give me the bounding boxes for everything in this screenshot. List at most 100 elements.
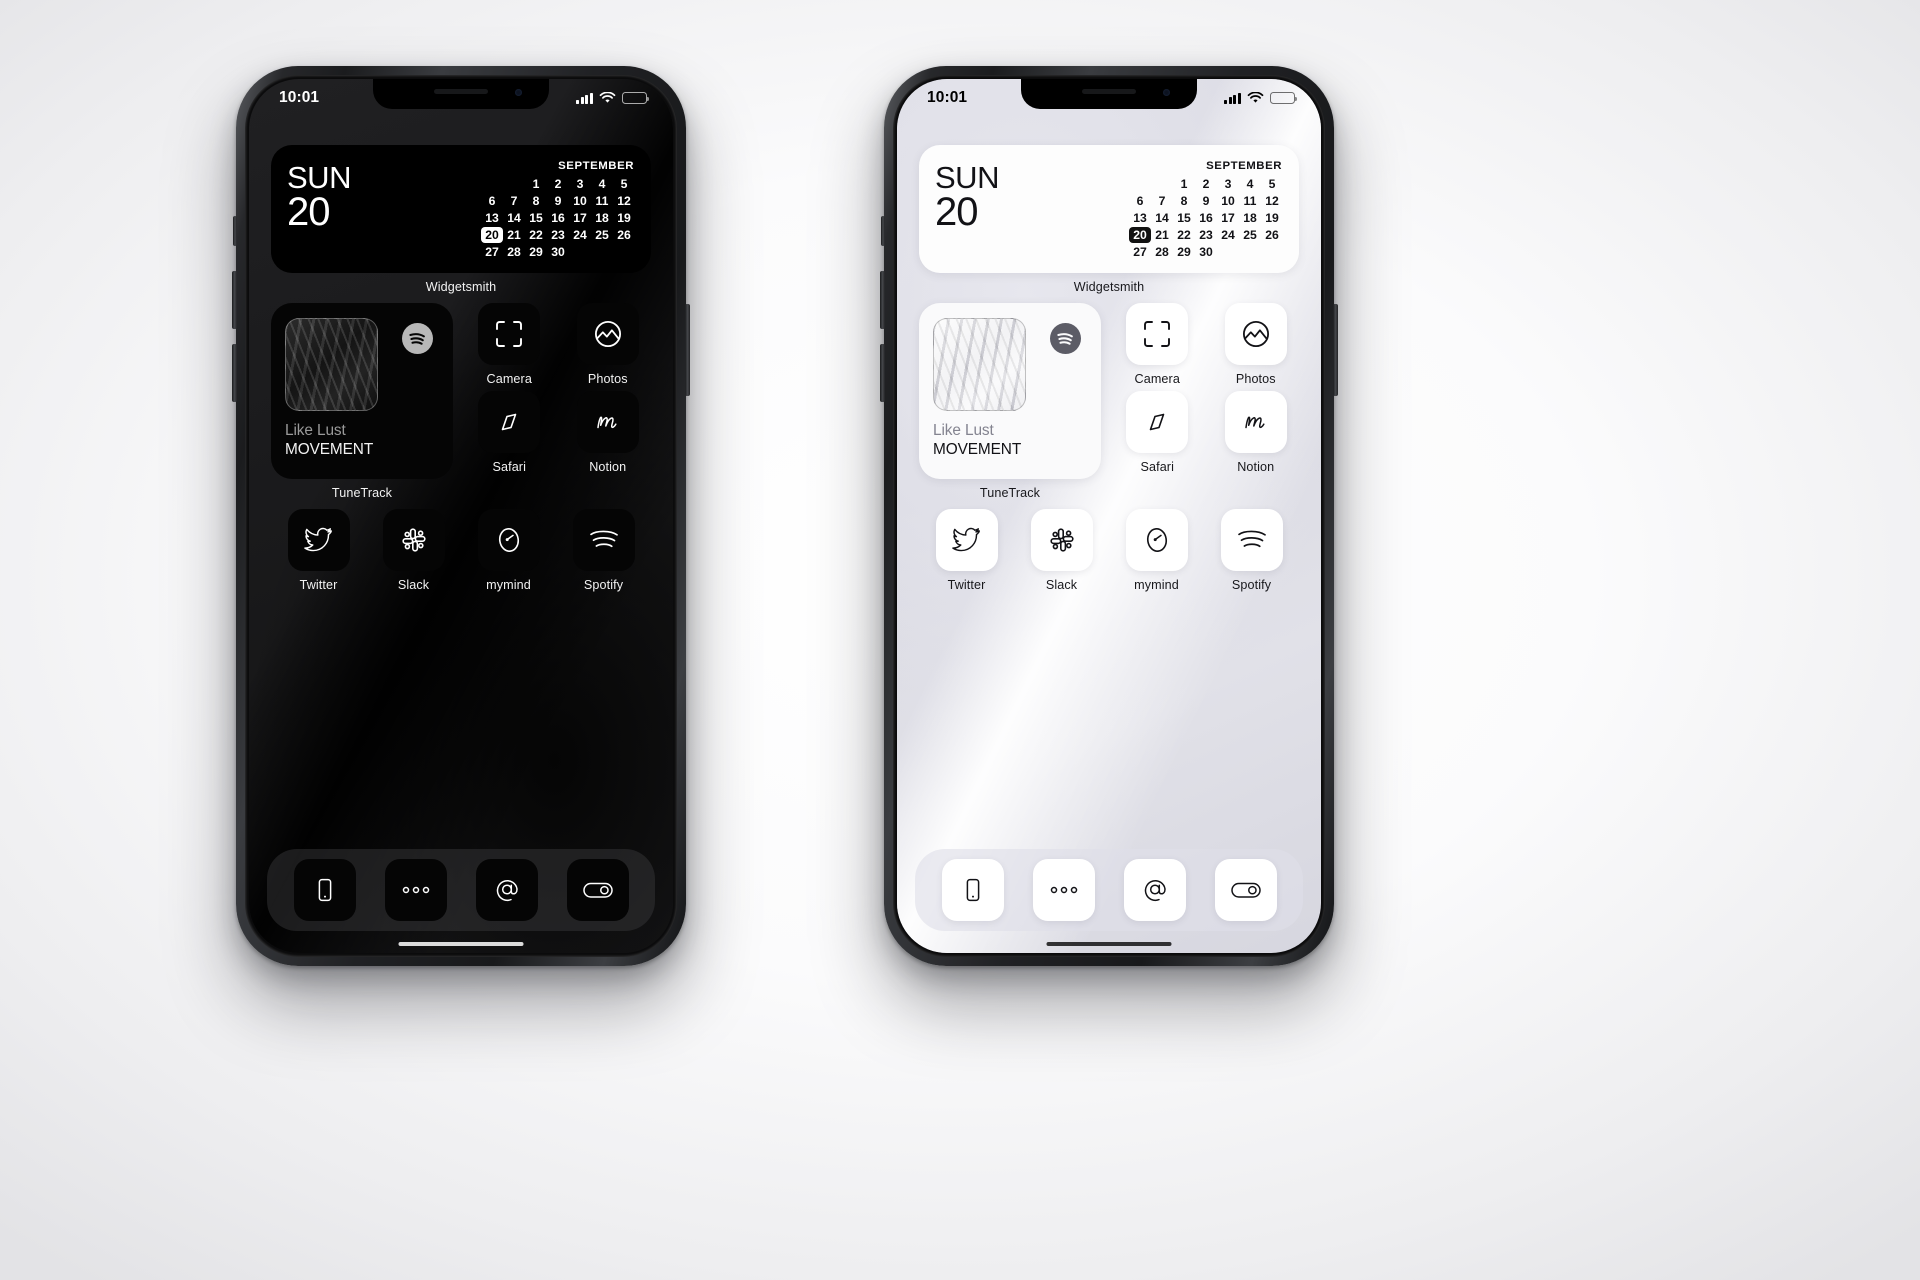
calendar-day-cell: 3 bbox=[1224, 177, 1232, 191]
volume-up-button[interactable] bbox=[232, 271, 237, 329]
calendar-day-cell: 30 bbox=[1199, 245, 1213, 259]
spotify-icon bbox=[1050, 323, 1081, 354]
app-label: Safari bbox=[1140, 460, 1174, 474]
calendar-widget-app-label: Widgetsmith bbox=[425, 280, 497, 294]
calendar-day-cell: 6 bbox=[1136, 194, 1144, 208]
app-label: Photos bbox=[587, 372, 628, 386]
twitter-bird-icon[interactable] bbox=[935, 509, 998, 571]
app-safari[interactable]: Safari bbox=[1114, 391, 1201, 474]
music-widget-column: Like Lust MOVEMENT TuneTrack bbox=[271, 303, 453, 500]
mute-switch[interactable] bbox=[881, 216, 885, 246]
app-label: mymind bbox=[486, 578, 531, 592]
status-time: 10:01 bbox=[927, 89, 968, 106]
power-button[interactable] bbox=[685, 304, 690, 396]
calendar-day-cell: 19 bbox=[1265, 211, 1279, 225]
calendar-widget-app-label: Widgetsmith bbox=[1073, 280, 1145, 294]
volume-down-button[interactable] bbox=[880, 344, 885, 402]
calendar-widget[interactable]: SUN 20 SEPTEMBER 1 2 3 4 5 6 7 8 9 10 11 12 13 14 15 16… bbox=[271, 145, 651, 273]
calendar-day-cell: 12 bbox=[617, 194, 631, 208]
notion-script-n-icon[interactable] bbox=[576, 391, 639, 453]
calendar-day-cell: 22 bbox=[529, 228, 543, 242]
volume-up-button[interactable] bbox=[880, 271, 885, 329]
calendar-day-cell: 21 bbox=[507, 228, 521, 242]
music-widget-app-label: TuneTrack bbox=[331, 486, 393, 500]
calendar-widget[interactable]: SUN 20 SEPTEMBER 1 2 3 4 5 6 7 8 9 10 11 12 13 14 15 16… bbox=[919, 145, 1299, 273]
app-twitter[interactable]: Twitter bbox=[287, 509, 350, 592]
calendar-day-cell: 5 bbox=[620, 177, 628, 191]
camera-frame-icon[interactable] bbox=[478, 303, 541, 365]
app-mymind[interactable]: mymind bbox=[1125, 509, 1188, 592]
calendar-day-cell: 7 bbox=[510, 194, 518, 208]
camera-frame-icon[interactable] bbox=[1126, 303, 1189, 365]
app-label: Safari bbox=[492, 460, 526, 474]
apps-grid-2x2: Camera Photos Safari Notion bbox=[466, 303, 651, 500]
home-screen-light: SUN 20 SEPTEMBER 1 2 3 4 5 6 7 8 9 10 11 12 13 14 15 16… bbox=[897, 79, 1321, 953]
calendar-day-cell: 4 bbox=[598, 177, 606, 191]
app-slack[interactable]: Slack bbox=[1030, 509, 1093, 592]
music-and-apps-row: Like Lust MOVEMENT TuneTrack Camera Phot… bbox=[919, 303, 1299, 500]
music-widget[interactable]: Like Lust MOVEMENT bbox=[271, 303, 453, 479]
safari-leaf-icon[interactable] bbox=[478, 391, 541, 453]
calendar-day-cell: 28 bbox=[507, 245, 521, 259]
app-mymind[interactable]: mymind bbox=[477, 509, 540, 592]
notch-light bbox=[1021, 79, 1197, 109]
home-screen-dark: SUN 20 SEPTEMBER 1 2 3 4 5 6 7 8 9 10 11 12 13 14 15 16… bbox=[249, 79, 673, 953]
calendar-day-cell: 12 bbox=[1265, 194, 1279, 208]
photos-mountain-icon[interactable] bbox=[576, 303, 639, 365]
calendar-day-number: 20 bbox=[935, 190, 978, 235]
spotify-waves-icon[interactable] bbox=[1220, 509, 1283, 571]
music-track-artist: MOVEMENT bbox=[285, 441, 374, 458]
app-photos[interactable]: Photos bbox=[565, 303, 652, 386]
mymind-circle-icon[interactable] bbox=[1125, 509, 1188, 571]
cellular-signal-icon bbox=[576, 92, 593, 104]
calendar-day-cell: 7 bbox=[1158, 194, 1166, 208]
app-spotify[interactable]: Spotify bbox=[1220, 509, 1283, 592]
app-camera[interactable]: Camera bbox=[466, 303, 553, 386]
app-photos[interactable]: Photos bbox=[1213, 303, 1300, 386]
volume-down-button[interactable] bbox=[232, 344, 237, 402]
app-notion[interactable]: Notion bbox=[1213, 391, 1300, 474]
power-button[interactable] bbox=[1333, 304, 1338, 396]
music-track-title: Like Lust bbox=[933, 422, 994, 439]
calendar-day-cell: 20 bbox=[481, 227, 503, 243]
twitter-bird-icon[interactable] bbox=[287, 509, 350, 571]
slack-hash-icon[interactable] bbox=[1030, 509, 1093, 571]
calendar-month-label: SEPTEMBER bbox=[558, 160, 634, 172]
calendar-empty-cell bbox=[613, 244, 635, 260]
album-art-fabric bbox=[933, 318, 1026, 411]
slack-hash-icon[interactable] bbox=[382, 509, 445, 571]
mute-switch[interactable] bbox=[233, 216, 237, 246]
music-widget[interactable]: Like Lust MOVEMENT bbox=[919, 303, 1101, 479]
front-camera-icon bbox=[515, 89, 522, 96]
app-label: mymind bbox=[1134, 578, 1179, 592]
calendar-grid: 1 2 3 4 5 6 7 8 9 10 11 12 13 14 15 16 17 18 19 20 21 22 23 24 2… bbox=[481, 176, 635, 260]
calendar-day-cell: 11 bbox=[595, 194, 609, 208]
spotify-waves-icon[interactable] bbox=[572, 509, 635, 571]
music-widget-column: Like Lust MOVEMENT TuneTrack bbox=[919, 303, 1101, 500]
calendar-empty-cell bbox=[1129, 176, 1151, 192]
music-widget-app-label: TuneTrack bbox=[979, 486, 1041, 500]
app-slack[interactable]: Slack bbox=[382, 509, 445, 592]
app-label: Photos bbox=[1235, 372, 1276, 386]
notion-script-n-icon[interactable] bbox=[1224, 391, 1287, 453]
music-track-title: Like Lust bbox=[285, 422, 346, 439]
app-camera[interactable]: Camera bbox=[1114, 303, 1201, 386]
app-spotify[interactable]: Spotify bbox=[572, 509, 635, 592]
photos-mountain-icon[interactable] bbox=[1224, 303, 1287, 365]
app-safari[interactable]: Safari bbox=[466, 391, 553, 474]
app-label: Twitter bbox=[947, 578, 986, 592]
mymind-circle-icon[interactable] bbox=[477, 509, 540, 571]
calendar-day-cell: 19 bbox=[617, 211, 631, 225]
calendar-day-cell: 24 bbox=[1221, 228, 1235, 242]
app-twitter[interactable]: Twitter bbox=[935, 509, 998, 592]
status-indicators bbox=[576, 92, 649, 104]
app-notion[interactable]: Notion bbox=[565, 391, 652, 474]
battery-icon bbox=[1270, 92, 1297, 104]
calendar-day-cell: 26 bbox=[617, 228, 631, 242]
calendar-day-cell: 5 bbox=[1268, 177, 1276, 191]
safari-leaf-icon[interactable] bbox=[1126, 391, 1189, 453]
calendar-day-cell: 14 bbox=[507, 211, 521, 225]
app-label: Slack bbox=[397, 578, 430, 592]
screen-light: 10:01 SUN 20 SEPTEMBER 1 2 3 4 5 6 7 8 9… bbox=[897, 79, 1321, 953]
calendar-day-cell: 21 bbox=[1155, 228, 1169, 242]
